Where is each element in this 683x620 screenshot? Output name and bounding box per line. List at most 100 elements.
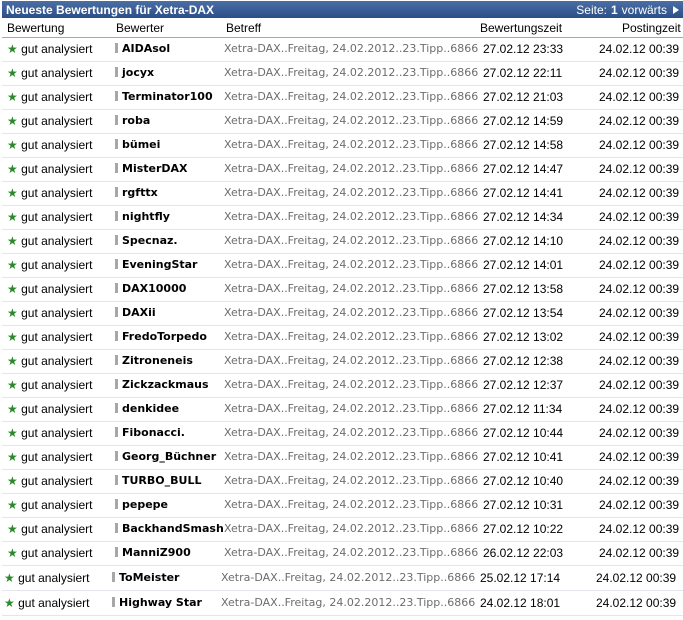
- rater-name[interactable]: Zickzackmaus: [122, 378, 209, 391]
- col-header-rating[interactable]: Bewertung: [7, 21, 64, 35]
- rater-link[interactable]: Fibonacci.: [115, 426, 185, 439]
- subject-link[interactable]: Xetra-DAX..Freitag, 24.02.2012..23.Tipp.…: [224, 498, 478, 511]
- rater-name[interactable]: nightfly: [122, 210, 170, 223]
- subject-link[interactable]: Xetra-DAX..Freitag, 24.02.2012..23.Tipp.…: [224, 426, 478, 439]
- subject-link[interactable]: Xetra-DAX..Freitag, 24.02.2012..23.Tipp.…: [224, 546, 478, 559]
- rater-name[interactable]: Terminator100: [122, 90, 213, 103]
- rater-name[interactable]: AIDAsol: [122, 42, 170, 55]
- rater-link[interactable]: MisterDAX: [115, 162, 188, 175]
- rater-link[interactable]: Zitroneneis: [115, 354, 193, 367]
- rating-cell: ★ gut analysiert: [7, 66, 92, 80]
- subject-link[interactable]: Xetra-DAX..Freitag, 24.02.2012..23.Tipp.…: [224, 474, 478, 487]
- subject-link[interactable]: Xetra-DAX..Freitag, 24.02.2012..23.Tipp.…: [224, 522, 478, 535]
- table-row: ★ gut analysiert Terminator100 Xetra-DAX..…: [2, 85, 683, 110]
- rater-link[interactable]: Specnaz.: [115, 234, 178, 247]
- rater-name[interactable]: FredoTorpedo: [122, 330, 207, 343]
- star-icon: ★: [7, 450, 18, 464]
- table-row: ★ gut analysiert Highway Star Xetra-DAX..F…: [2, 591, 683, 616]
- col-header-posting-time[interactable]: Postingzeit: [622, 21, 681, 35]
- subject-link[interactable]: Xetra-DAX..Freitag, 24.02.2012..23.Tipp.…: [224, 186, 478, 199]
- star-icon: ★: [7, 258, 18, 272]
- subject-link[interactable]: Xetra-DAX..Freitag, 24.02.2012..23.Tipp.…: [224, 282, 478, 295]
- star-icon: ★: [7, 186, 18, 200]
- rater-name[interactable]: EveningStar: [122, 258, 197, 271]
- subject-link[interactable]: Xetra-DAX..Freitag, 24.02.2012..23.Tipp.…: [221, 596, 475, 609]
- rater-link[interactable]: TURBO_BULL: [115, 474, 201, 487]
- rater-name[interactable]: BackhandSmash: [122, 522, 224, 535]
- rater-link[interactable]: AIDAsol: [115, 42, 170, 55]
- subject-link[interactable]: Xetra-DAX..Freitag, 24.02.2012..23.Tipp.…: [224, 378, 478, 391]
- rater-link[interactable]: pepepe: [115, 498, 168, 511]
- col-header-rater[interactable]: Bewerter: [116, 21, 164, 35]
- rater-link[interactable]: ToMeister: [112, 571, 179, 584]
- rater-name[interactable]: rgfttx: [122, 186, 158, 199]
- col-header-subject[interactable]: Betreff: [226, 21, 261, 35]
- subject-link[interactable]: Xetra-DAX..Freitag, 24.02.2012..23.Tipp.…: [224, 330, 478, 343]
- rater-name[interactable]: TURBO_BULL: [122, 474, 201, 487]
- rater-link[interactable]: Highway Star: [112, 596, 202, 609]
- user-status-icon: [115, 115, 118, 125]
- user-status-icon: [115, 451, 118, 461]
- rater-link[interactable]: Terminator100: [115, 90, 213, 103]
- rating-time: 27.02.12 13:58: [483, 282, 564, 296]
- rating-cell: ★ gut analysiert: [7, 402, 92, 416]
- rater-name[interactable]: denkidee: [122, 402, 179, 415]
- subject-link[interactable]: Xetra-DAX..Freitag, 24.02.2012..23.Tipp.…: [224, 210, 478, 223]
- subject-link[interactable]: Xetra-DAX..Freitag, 24.02.2012..23.Tipp.…: [224, 66, 478, 79]
- rater-name[interactable]: Fibonacci.: [122, 426, 185, 439]
- rater-name[interactable]: Georg_Büchner: [122, 450, 216, 463]
- subject-link[interactable]: Xetra-DAX..Freitag, 24.02.2012..23.Tipp.…: [224, 90, 478, 103]
- rater-link[interactable]: denkidee: [115, 402, 179, 415]
- subject-link[interactable]: Xetra-DAX..Freitag, 24.02.2012..23.Tipp.…: [224, 306, 478, 319]
- rater-name[interactable]: Zitroneneis: [122, 354, 193, 367]
- rater-link[interactable]: BackhandSmash: [115, 522, 224, 535]
- rating-cell: ★ gut analysiert: [7, 450, 92, 464]
- rating-cell: ★ gut analysiert: [7, 498, 92, 512]
- subject-link[interactable]: Xetra-DAX..Freitag, 24.02.2012..23.Tipp.…: [224, 258, 478, 271]
- rater-link[interactable]: ManniZ900: [115, 546, 191, 559]
- rater-link[interactable]: FredoTorpedo: [115, 330, 207, 343]
- subject-link[interactable]: Xetra-DAX..Freitag, 24.02.2012..23.Tipp.…: [224, 234, 478, 247]
- rater-link[interactable]: EveningStar: [115, 258, 197, 271]
- next-page-link[interactable]: vorwärts: [622, 3, 667, 17]
- subject-link[interactable]: Xetra-DAX..Freitag, 24.02.2012..23.Tipp.…: [224, 114, 478, 127]
- rater-name[interactable]: bümei: [122, 138, 160, 151]
- subject-link[interactable]: Xetra-DAX..Freitag, 24.02.2012..23.Tipp.…: [224, 162, 478, 175]
- rater-link[interactable]: roba: [115, 114, 150, 127]
- rater-name[interactable]: Specnaz.: [122, 234, 178, 247]
- rater-name[interactable]: ManniZ900: [122, 546, 191, 559]
- rater-link[interactable]: DAXii: [115, 306, 156, 319]
- table-row: ★ gut analysiert Fibonacci. Xetra-DAX..Fre…: [2, 421, 683, 446]
- rating-label: gut analysiert: [21, 378, 93, 392]
- star-icon: ★: [7, 378, 18, 392]
- rater-name[interactable]: ToMeister: [119, 571, 179, 584]
- rater-name[interactable]: roba: [122, 114, 150, 127]
- rater-name[interactable]: DAXii: [122, 306, 156, 319]
- rater-name[interactable]: DAX10000: [122, 282, 186, 295]
- subject-link[interactable]: Xetra-DAX..Freitag, 24.02.2012..23.Tipp.…: [224, 450, 478, 463]
- subject-link[interactable]: Xetra-DAX..Freitag, 24.02.2012..23.Tipp.…: [224, 42, 478, 55]
- user-status-icon: [115, 523, 118, 533]
- user-status-icon: [115, 307, 118, 317]
- subject-link[interactable]: Xetra-DAX..Freitag, 24.02.2012..23.Tipp.…: [224, 138, 478, 151]
- table-row: ★ gut analysiert MisterDAX Xetra-DAX..Frei…: [2, 157, 683, 182]
- rater-link[interactable]: jocyx: [115, 66, 154, 79]
- rater-name[interactable]: MisterDAX: [122, 162, 188, 175]
- rater-link[interactable]: Zickzackmaus: [115, 378, 209, 391]
- user-status-icon: [115, 235, 118, 245]
- rater-link[interactable]: nightfly: [115, 210, 170, 223]
- col-header-rating-time[interactable]: Bewertungszeit: [480, 21, 562, 35]
- rater-link[interactable]: bümei: [115, 138, 160, 151]
- subject-link[interactable]: Xetra-DAX..Freitag, 24.02.2012..23.Tipp.…: [224, 402, 478, 415]
- rater-name[interactable]: pepepe: [122, 498, 168, 511]
- subject-link[interactable]: Xetra-DAX..Freitag, 24.02.2012..23.Tipp.…: [224, 354, 478, 367]
- rater-link[interactable]: Georg_Büchner: [115, 450, 216, 463]
- rater-link[interactable]: DAX10000: [115, 282, 186, 295]
- subject-link[interactable]: Xetra-DAX..Freitag, 24.02.2012..23.Tipp.…: [221, 571, 475, 584]
- rater-link[interactable]: rgfttx: [115, 186, 158, 199]
- posting-time: 24.02.12 00:39: [599, 186, 680, 200]
- rating-label: gut analysiert: [21, 138, 93, 152]
- next-arrow-icon[interactable]: [673, 5, 679, 14]
- rater-name[interactable]: Highway Star: [119, 596, 202, 609]
- rater-name[interactable]: jocyx: [122, 66, 154, 79]
